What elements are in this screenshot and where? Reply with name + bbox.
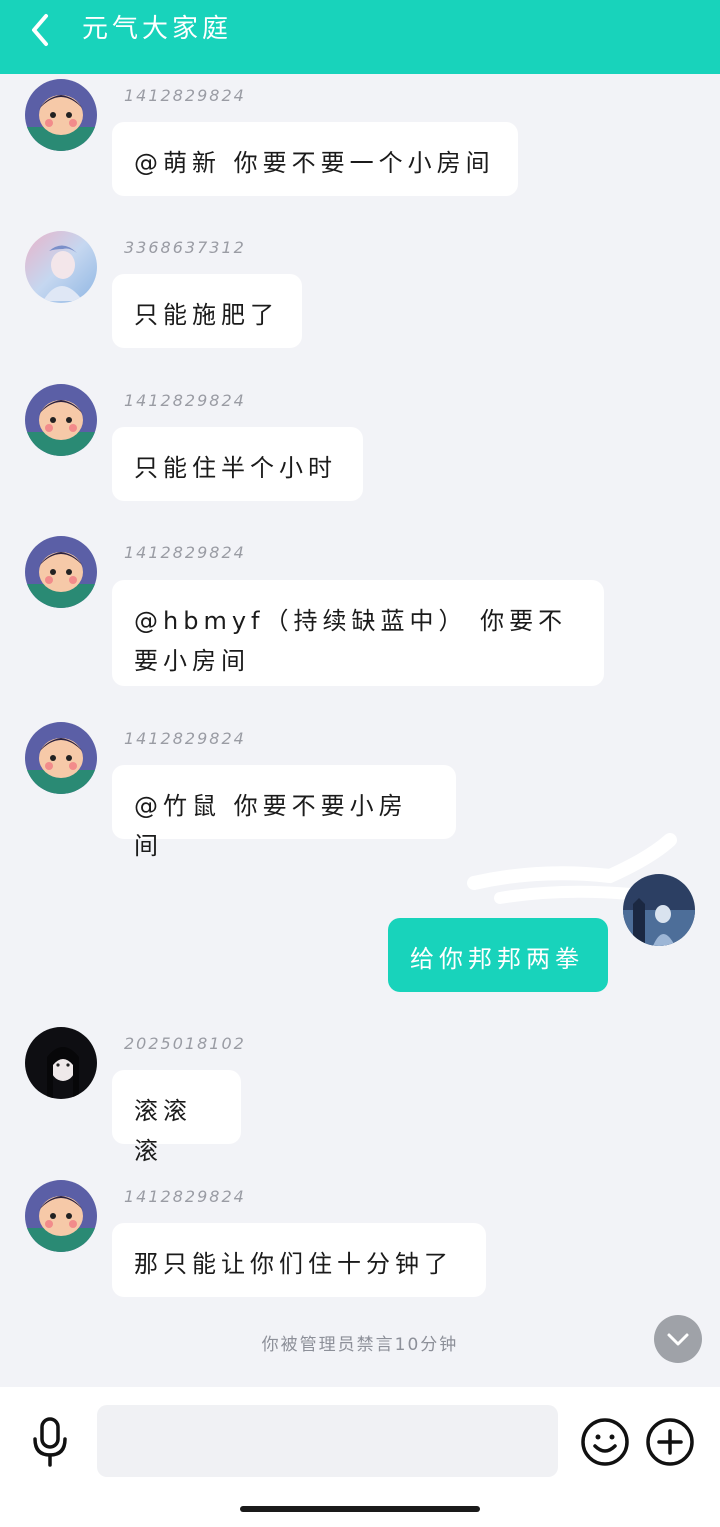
sender-name: 2025018102 — [124, 1034, 246, 1053]
message-bubble[interactable]: 只能住半个小时 — [112, 427, 363, 501]
home-indicator — [240, 1506, 480, 1512]
sender-name: 1412829824 — [124, 86, 246, 105]
back-arrow-icon — [32, 14, 48, 46]
message-bubble[interactable]: @hbmyf（持续缺蓝中） 你要不要小房间 — [112, 580, 604, 686]
avatar[interactable] — [25, 722, 97, 794]
avatar[interactable] — [25, 1180, 97, 1252]
message-input[interactable] — [97, 1405, 558, 1477]
my-message-bubble[interactable]: 给你邦邦两拳 — [388, 918, 608, 992]
chat-title: 元气大家庭 — [82, 14, 233, 44]
plus-icon — [646, 1418, 694, 1466]
message-bubble[interactable]: 那只能让你们住十分钟了 — [112, 1223, 486, 1297]
top-bar: 元气大家庭 — [0, 0, 720, 74]
avatar[interactable] — [25, 384, 97, 456]
emoji-button[interactable] — [580, 1417, 630, 1467]
avatar[interactable] — [25, 231, 97, 303]
avatar[interactable] — [25, 1027, 97, 1099]
avatar[interactable] — [25, 79, 97, 151]
back-button[interactable] — [22, 10, 58, 50]
message-bubble[interactable]: 滚滚滚 — [112, 1070, 241, 1165]
more-options-button[interactable] — [645, 1417, 695, 1467]
sender-name: 1412829824 — [124, 391, 246, 410]
emoji-icon — [581, 1418, 629, 1466]
sender-name: 1412829824 — [124, 1187, 246, 1206]
microphone-icon — [33, 1417, 67, 1467]
system-notice: 你被管理员禁言10分钟 — [261, 1335, 459, 1355]
message-bubble[interactable]: @竹鼠 你要不要小房间 — [112, 765, 456, 860]
message-bubble[interactable]: 只能施肥了 — [112, 274, 302, 348]
voice-button[interactable] — [28, 1413, 72, 1469]
sender-name: 3368637312 — [124, 238, 246, 257]
scroll-to-bottom-button[interactable] — [654, 1315, 702, 1363]
chevron-down-icon — [667, 1333, 689, 1346]
sender-name: 1412829824 — [124, 543, 246, 562]
avatar[interactable] — [623, 874, 695, 946]
avatar[interactable] — [25, 536, 97, 608]
sender-name: 1412829824 — [124, 729, 246, 748]
message-bubble[interactable]: @萌新 你要不要一个小房间 — [112, 122, 518, 196]
